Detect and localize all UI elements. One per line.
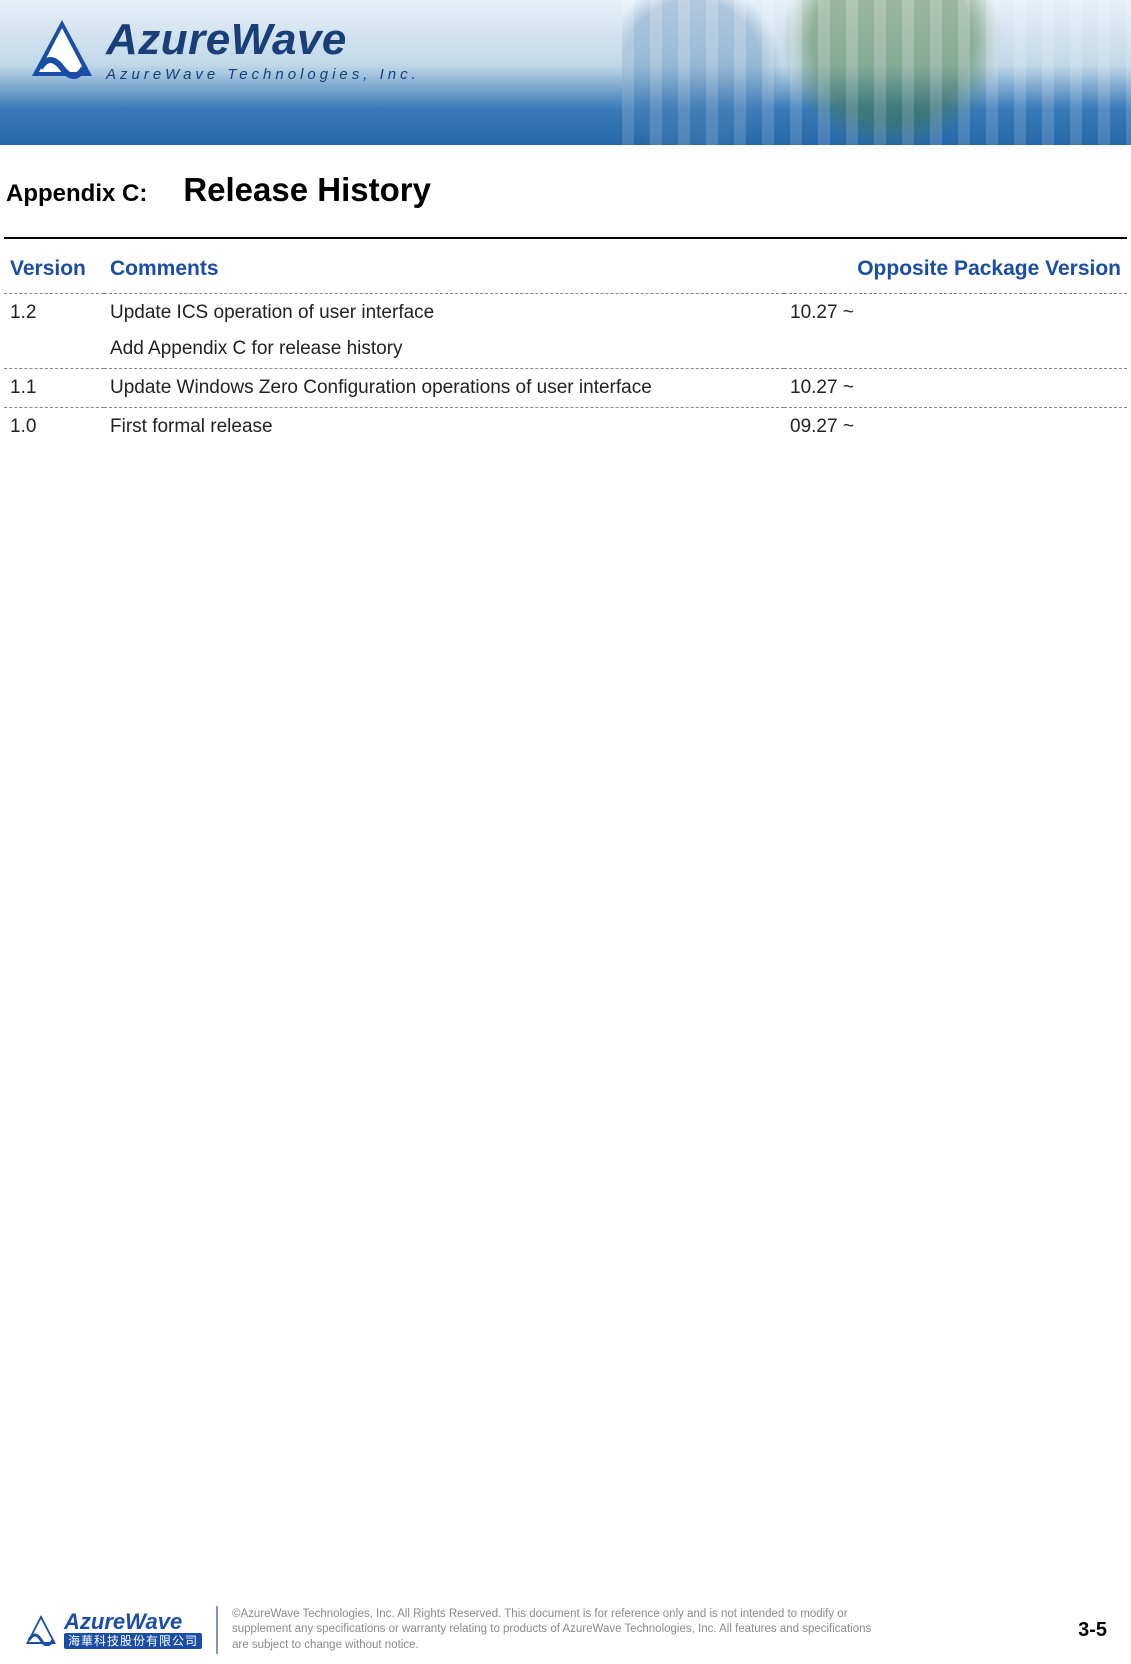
cell-version: 1.0 <box>4 408 104 445</box>
table-header-row: Version Comments Opposite Package Versio… <box>4 243 1127 294</box>
footer-divider <box>216 1606 218 1654</box>
cell-comment: Update Windows Zero Configuration operat… <box>104 369 784 408</box>
cell-opposite: 10.27 ~ <box>784 369 1127 408</box>
cell-opposite: 10.27 ~ <box>784 294 1127 331</box>
footer-copyright: ©AzureWave Technologies, Inc. All Rights… <box>232 1607 872 1654</box>
cell-opposite <box>784 330 1127 369</box>
footer-logo: AzureWave 海華科技股份有限公司 <box>24 1611 202 1649</box>
page-content: Appendix C: Release History Version Comm… <box>0 145 1131 444</box>
azurewave-logo-icon <box>28 18 96 80</box>
footer-brand-cn: 海華科技股份有限公司 <box>64 1633 202 1649</box>
col-header-comments: Comments <box>104 243 784 294</box>
table-row: 1.2 Update ICS operation of user interfa… <box>4 294 1127 331</box>
cell-comment: First formal release <box>104 408 784 445</box>
table-row: 1.0 First formal release 09.27 ~ <box>4 408 1127 445</box>
col-header-version: Version <box>4 243 104 294</box>
page-footer: AzureWave 海華科技股份有限公司 ©AzureWave Technolo… <box>0 1596 1131 1664</box>
cell-version: 1.2 <box>4 294 104 331</box>
azurewave-logo-icon <box>24 1614 58 1646</box>
cell-opposite: 09.27 ~ <box>784 408 1127 445</box>
table-row: 1.1 Update Windows Zero Configuration op… <box>4 369 1127 408</box>
cell-comment: Add Appendix C for release history <box>104 330 784 369</box>
release-history-table: Version Comments Opposite Package Versio… <box>4 243 1127 444</box>
cell-version <box>4 330 104 369</box>
page-number: 3-5 <box>1078 1619 1107 1642</box>
cell-version: 1.1 <box>4 369 104 408</box>
cell-comment: Update ICS operation of user interface <box>104 294 784 331</box>
col-header-opposite: Opposite Package Version <box>784 243 1127 294</box>
appendix-label: Appendix C: <box>6 180 147 208</box>
header-brand-name: AzureWave <box>106 18 420 62</box>
table-row: Add Appendix C for release history <box>4 330 1127 369</box>
header-banner: AzureWave AzureWave Technologies, Inc. <box>0 0 1131 145</box>
header-brand-tagline: AzureWave Technologies, Inc. <box>106 66 420 83</box>
footer-brand-name: AzureWave <box>64 1611 202 1633</box>
header-logo: AzureWave AzureWave Technologies, Inc. <box>28 18 420 83</box>
title-divider <box>4 237 1127 239</box>
page-title: Release History <box>183 171 431 209</box>
title-row: Appendix C: Release History <box>0 171 1131 209</box>
